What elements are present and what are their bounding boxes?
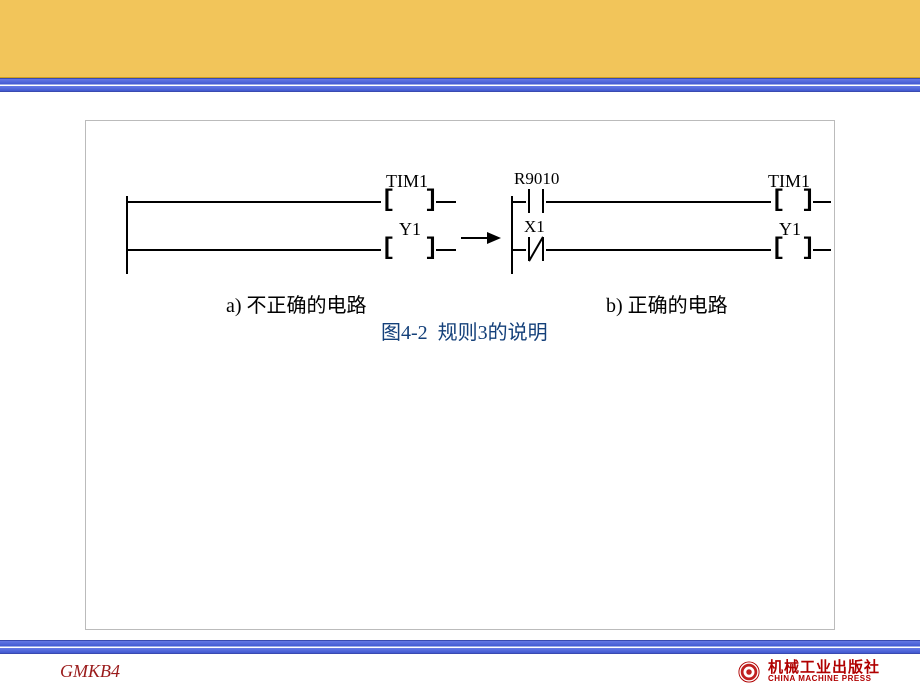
right-r2-seg1 (511, 249, 526, 251)
right-tim1-lbracket: [ (771, 189, 785, 213)
figure-label: 图4-2 (381, 322, 428, 344)
caption-b-text: 正确的电路 (628, 295, 728, 317)
figure-text: 规则3的说明 (438, 322, 548, 344)
right-r1-seg2 (546, 201, 771, 203)
right-r2-seg2 (546, 249, 771, 251)
left-y1-label: Y1 (399, 219, 421, 240)
gear-icon (738, 661, 760, 683)
publisher-block: 机械工业出版社 CHINA MACHINE PRESS (738, 660, 880, 683)
top-blue-accent (0, 78, 920, 92)
left-tim1-tail (436, 201, 456, 203)
right-y1-lbracket: [ (771, 237, 785, 261)
contact-x1-label: X1 (524, 217, 545, 237)
caption-a: a) 不正确的电路 (226, 289, 367, 318)
left-rung1 (126, 201, 381, 203)
left-busbar (126, 196, 128, 274)
caption-a-text: 不正确的电路 (247, 295, 367, 317)
publisher-text: 机械工业出版社 CHINA MACHINE PRESS (768, 660, 880, 683)
left-tim1-lbracket: [ (381, 189, 395, 213)
right-tim1-tail (813, 201, 831, 203)
contact-r9010-label: R9010 (514, 169, 559, 189)
caption-b: b) 正确的电路 (606, 289, 728, 318)
slide-body: [ ] TIM1 [ ] Y1 R9010 [ ] TIM1 X1 [ ] (85, 120, 835, 630)
right-busbar (511, 196, 513, 274)
left-rung2 (126, 249, 381, 251)
right-r1-seg1 (511, 201, 526, 203)
caption-b-prefix: b) (606, 295, 623, 317)
left-y1-lbracket: [ (381, 237, 395, 261)
left-y1-tail (436, 249, 456, 251)
figure-title: 图4-2 规则3的说明 (381, 316, 548, 345)
ladder-diagram: [ ] TIM1 [ ] Y1 R9010 [ ] TIM1 X1 [ ] (86, 121, 834, 629)
transform-arrow (461, 231, 501, 245)
contact-x1 (526, 237, 546, 261)
publisher-zh: 机械工业出版社 (768, 660, 880, 675)
footer: GMKB4 机械工业出版社 CHINA MACHINE PRESS (0, 654, 920, 689)
bottom-blue-accent (0, 640, 920, 654)
top-yellow-band (0, 0, 920, 78)
caption-a-prefix: a) (226, 295, 242, 317)
contact-r9010 (526, 189, 546, 213)
right-y1-label: Y1 (779, 219, 801, 240)
publisher-en: CHINA MACHINE PRESS (768, 675, 880, 683)
right-y1-tail (813, 249, 831, 251)
left-tim1-label: TIM1 (386, 171, 428, 192)
right-tim1-label: TIM1 (768, 171, 810, 192)
footer-code: GMKB4 (60, 661, 120, 682)
